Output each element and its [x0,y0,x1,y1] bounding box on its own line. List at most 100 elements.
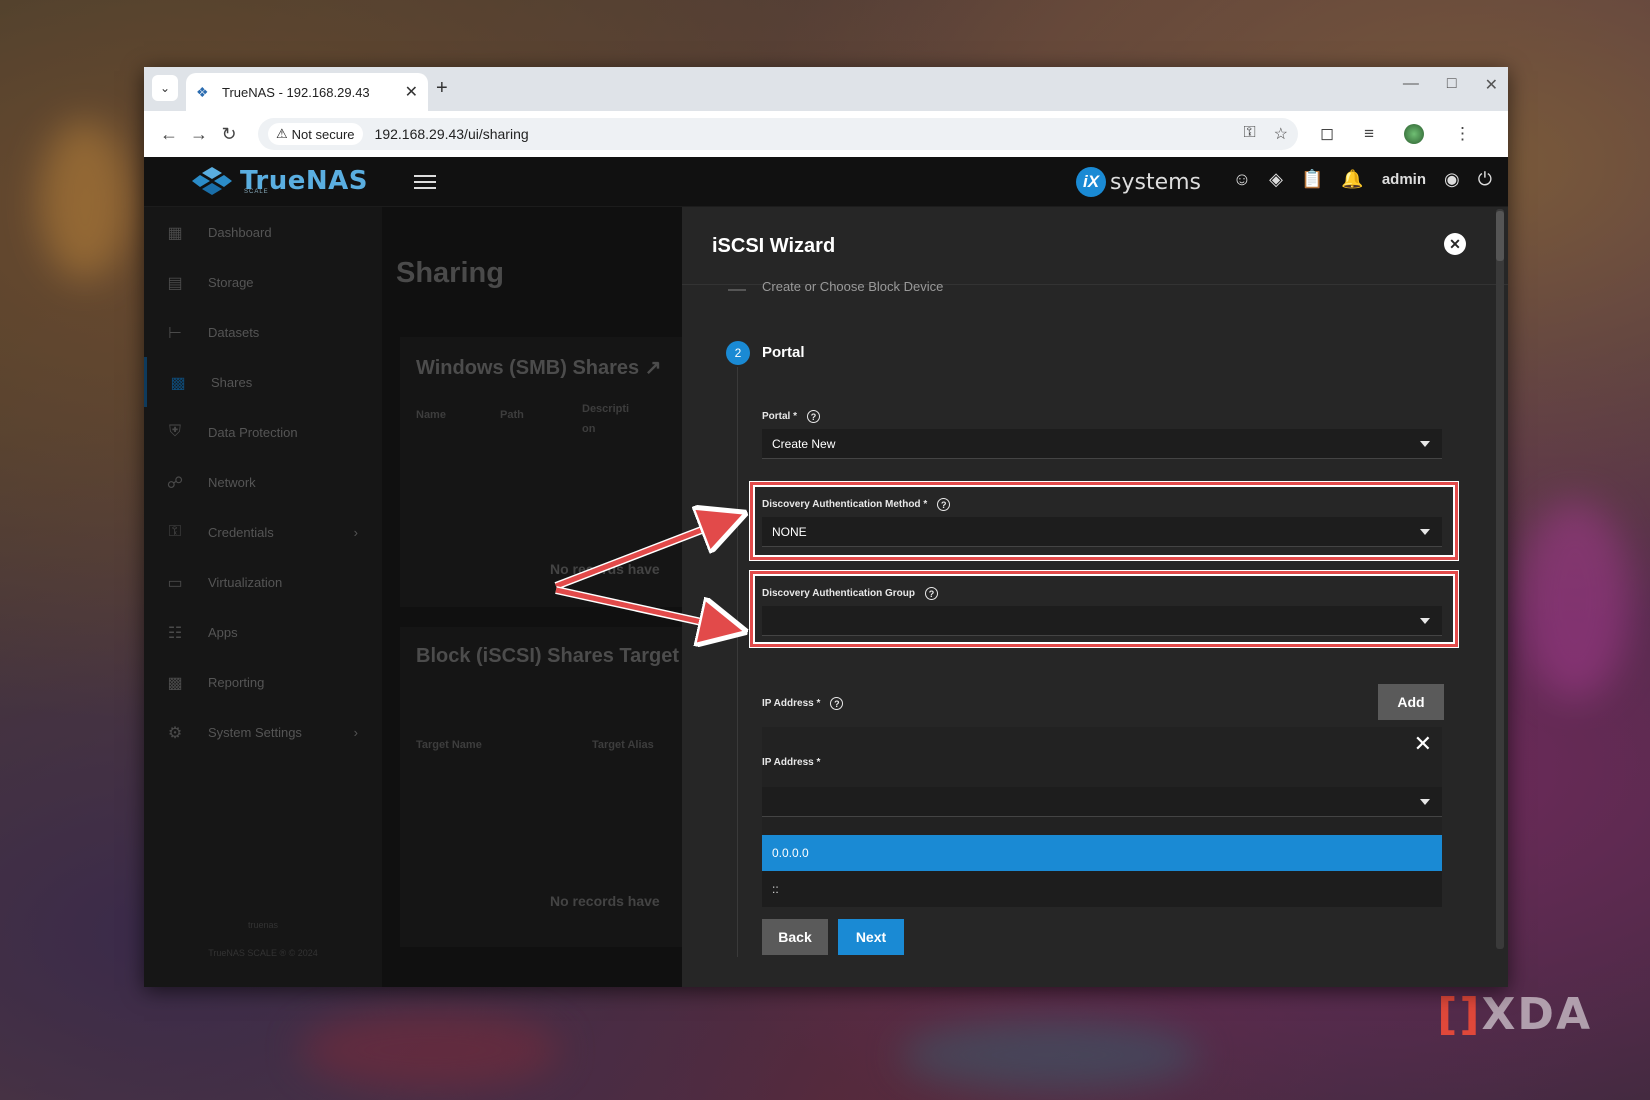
omnibox[interactable]: ⚠ Not secure 192.168.29.43/ui/sharing ⚿ … [258,118,1298,150]
account-circle-icon[interactable]: ◉ [1444,169,1460,190]
discovery-auth-group-select[interactable] [762,606,1442,636]
notifications-bell-icon[interactable]: 🔔 [1341,169,1363,190]
feedback-icon[interactable]: ☺ [1233,169,1251,190]
sidebar-item-credentials[interactable]: ⚿ Credentials › [144,507,382,557]
sidebar-item-shares[interactable]: ▩ Shares [144,357,382,407]
help-icon[interactable]: ? [807,410,821,423]
sidebar-item-system-settings[interactable]: ⚙ System Settings › [144,707,382,757]
extensions-icon[interactable]: ◻ [1320,124,1334,144]
new-tab-icon[interactable]: + [436,77,448,100]
help-icon[interactable]: ? [924,587,938,600]
step-complete-icon [728,281,746,291]
open-external-icon[interactable]: ↗ [645,357,662,379]
truecommand-icon[interactable]: ◈ [1269,169,1283,190]
power-icon[interactable]: ⏻ [1478,169,1492,190]
tab-close-icon[interactable]: ✕ [405,82,418,102]
dropdown-arrow-icon [1420,529,1430,535]
portal-value: Create New [772,436,836,451]
sidebar-item-data-protection[interactable]: ⛨ Data Protection [144,407,382,457]
window-close-icon[interactable]: ✕ [1485,75,1498,95]
sidebar-footer: truenas TrueNAS SCALE ® © 2024 [144,911,382,967]
truenas-logo[interactable]: TrueNAS [192,165,368,197]
bookmark-star-icon[interactable]: ☆ [1274,124,1288,144]
xda-watermark: []XDA [1437,989,1592,1040]
ip-option[interactable]: 0.0.0.0 [762,835,1442,871]
smb-shares-card: Windows (SMB) Shares ↗ Name Path Descrip… [400,337,700,607]
sidebar-item-label: Credentials [208,524,274,540]
sidebar-item-label: Storage [208,274,254,290]
sidebar-item-label: Apps [208,624,238,640]
wallpaper-foliage [1520,500,1630,700]
address-bar: ← → ↻ ⚠ Not secure 192.168.29.43/ui/shar… [144,111,1508,157]
back-arrow-icon[interactable]: ← [154,124,184,145]
wallpaper-foliage [900,1020,1200,1090]
discovery-auth-method-value: NONE [772,524,807,539]
key-icon: ⚿ [168,523,182,540]
portal-select[interactable]: Create New [762,429,1442,459]
url-text[interactable]: 192.168.29.43/ui/sharing [375,126,1244,142]
sidebar-item-apps[interactable]: ☷ Apps [144,607,382,657]
window-controls: — □ ✕ [1403,75,1498,95]
hamburger-menu-icon[interactable] [414,171,436,193]
monitor-icon: ▭ [167,575,183,592]
maximize-icon[interactable]: □ [1447,75,1457,95]
sidebar-item-network[interactable]: ☍ Network [144,457,382,507]
footer-hostname: truenas [247,920,279,930]
ixsystems-logo[interactable]: iX systems [1076,167,1201,197]
minimize-icon[interactable]: — [1403,75,1419,95]
shield-icon: ⛨ [168,423,181,440]
next-button[interactable]: Next [838,919,904,955]
portal-label: Portal *? [762,410,821,423]
dropdown-arrow-icon [1420,618,1430,624]
iscsi-empty-state: No records have [550,893,660,909]
ip-option[interactable]: :: [762,871,1442,907]
sidebar-item-label: Virtualization [208,574,283,590]
previous-step-label[interactable]: Create or Choose Block Device [762,279,943,294]
footer-copyright: TrueNAS SCALE ® © 2024 [208,948,318,958]
main-content: Sharing Windows (SMB) Shares ↗ Name Path… [382,207,700,987]
iscsi-targets-card: Block (iSCSI) Shares Target Target Name … [400,627,700,947]
column-header: Descripti on [582,403,630,435]
warning-icon: ⚠ [276,126,288,141]
sidebar-item-virtualization[interactable]: ▭ Virtualization [144,557,382,607]
user-name[interactable]: admin [1382,171,1426,188]
smb-card-title: Windows (SMB) Shares ↗ [416,357,662,379]
help-icon[interactable]: ? [937,498,951,511]
step-label[interactable]: Portal [762,344,805,361]
sidebar-item-storage[interactable]: ▤ Storage [144,257,382,307]
sidebar-item-label: System Settings [208,724,302,740]
sidebar-item-reporting[interactable]: ▩ Reporting [144,657,382,707]
close-icon[interactable]: ✕ [1444,233,1466,255]
wizard-scrollbar-thumb[interactable] [1496,211,1504,261]
profile-avatar[interactable] [1404,124,1425,144]
iscsi-wizard-panel: iSCSI Wizard ✕ Create or Choose Block De… [682,207,1508,987]
browser-window: ⌄ ❖ TrueNAS - 192.168.29.43 ✕ + — □ ✕ ← … [144,67,1508,987]
sidebar-item-label: Reporting [208,674,265,690]
ip-address-select[interactable] [762,787,1442,817]
sidebar-item-label: Data Protection [208,424,298,440]
security-indicator[interactable]: ⚠ Not secure [268,123,363,145]
remove-ip-icon[interactable]: ✕ [1414,731,1432,757]
sidebar-item-dashboard[interactable]: ▦ Dashboard [144,207,382,257]
top-bar: TrueNAS SCALE iX systems ☺ ◈ 📋 🔔 admin ◉… [144,157,1508,207]
chevron-right-icon: › [353,724,358,740]
browser-tab[interactable]: ❖ TrueNAS - 192.168.29.43 ✕ [186,73,428,111]
sidebar-item-datasets[interactable]: ⊢ Datasets [144,307,382,357]
add-ip-button[interactable]: Add [1378,684,1444,720]
browser-menu-icon[interactable]: ⋮ [1454,124,1471,144]
media-queue-icon[interactable]: ≡ [1364,124,1374,144]
not-secure-label: Not secure [291,126,355,142]
tab-search-icon[interactable]: ⌄ [152,75,178,101]
password-key-icon[interactable]: ⚿ [1243,124,1255,144]
help-icon[interactable]: ? [830,697,844,710]
ip-address-field-label: IP Address * [762,757,821,768]
discovery-auth-method-select[interactable]: NONE [762,517,1442,547]
jobs-clipboard-icon[interactable]: 📋 [1301,169,1323,190]
wallpaper-foliage [40,120,130,280]
wizard-scrollbar[interactable] [1496,209,1504,949]
forward-arrow-icon[interactable]: → [184,124,214,145]
reload-icon[interactable]: ↻ [214,124,244,145]
datasets-icon: ⊢ [168,325,182,342]
back-button[interactable]: Back [762,919,828,955]
tab-strip: ⌄ ❖ TrueNAS - 192.168.29.43 ✕ + — □ ✕ [144,67,1508,111]
